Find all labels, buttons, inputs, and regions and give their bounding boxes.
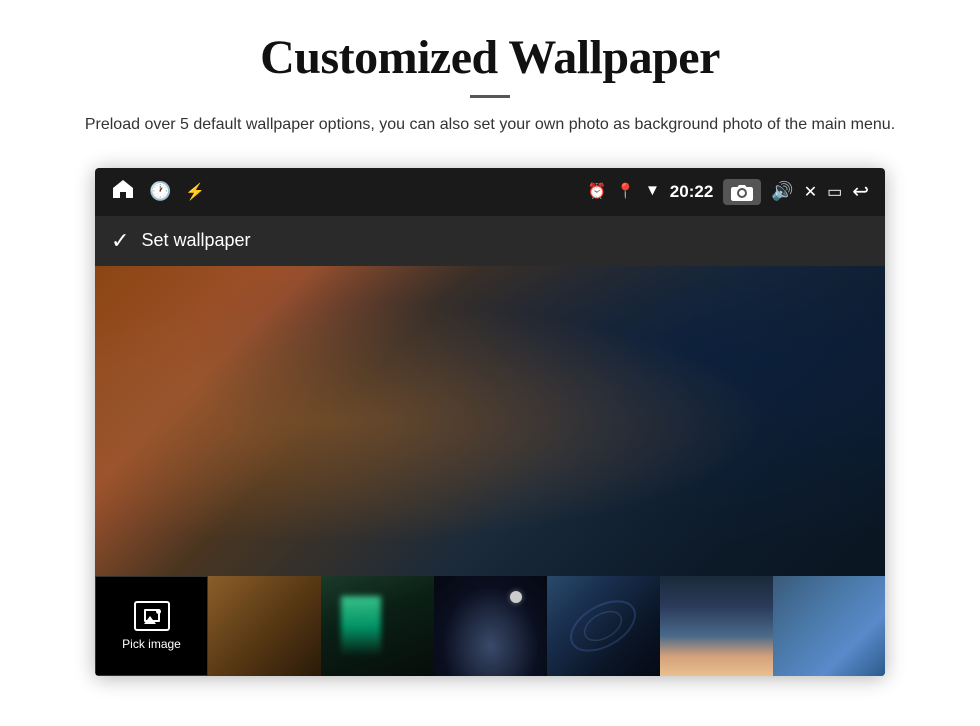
- wallpaper-thumb-5[interactable]: [660, 576, 773, 676]
- camera-icon[interactable]: [723, 179, 761, 205]
- status-bar-left: 🕐 ⚡: [111, 178, 205, 205]
- title-divider: [470, 95, 510, 98]
- status-bar-right: ⏰ 📍 ▼ 20:22 🔊 ✕ ▭: [588, 179, 869, 205]
- action-bar: ✓ Set wallpaper: [95, 216, 885, 266]
- back-icon[interactable]: ↩: [852, 179, 869, 204]
- thumbnail-strip: Pick image: [95, 576, 885, 676]
- status-bar: 🕐 ⚡ ⏰ 📍 ▼ 20:22 🔊: [95, 168, 885, 216]
- home-icon[interactable]: [111, 178, 135, 205]
- wallpaper-thumb-1[interactable]: [208, 576, 321, 676]
- wallpaper-thumb-3[interactable]: [434, 576, 547, 676]
- signal-icon: ▼: [645, 183, 660, 200]
- volume-icon[interactable]: 🔊: [771, 181, 793, 202]
- status-time: 20:22: [670, 182, 713, 202]
- wallpaper-thumb-2[interactable]: [321, 576, 434, 676]
- page-title: Customized Wallpaper: [85, 30, 895, 85]
- pick-image-thumb[interactable]: Pick image: [95, 576, 208, 676]
- window-icon[interactable]: ▭: [827, 182, 842, 202]
- wallpaper-thumb-4[interactable]: [547, 576, 660, 676]
- device-screen: 🕐 ⚡ ⏰ 📍 ▼ 20:22 🔊: [95, 168, 885, 676]
- set-wallpaper-label: Set wallpaper: [141, 230, 250, 251]
- page-wrapper: Customized Wallpaper Preload over 5 defa…: [0, 0, 980, 726]
- location-icon: 📍: [616, 182, 635, 201]
- confirm-check-icon[interactable]: ✓: [111, 228, 129, 254]
- wallpaper-thumb-6[interactable]: [773, 576, 885, 676]
- alarm-icon: ⏰: [588, 182, 607, 201]
- close-icon[interactable]: ✕: [804, 182, 817, 202]
- clock-icon: 🕐: [149, 181, 171, 202]
- wallpaper-preview: [95, 266, 885, 576]
- usb-icon: ⚡: [185, 182, 205, 202]
- page-subtitle: Preload over 5 default wallpaper options…: [85, 112, 895, 138]
- pick-image-icon: [134, 601, 170, 631]
- pick-image-label: Pick image: [122, 637, 181, 651]
- title-section: Customized Wallpaper Preload over 5 defa…: [85, 30, 895, 138]
